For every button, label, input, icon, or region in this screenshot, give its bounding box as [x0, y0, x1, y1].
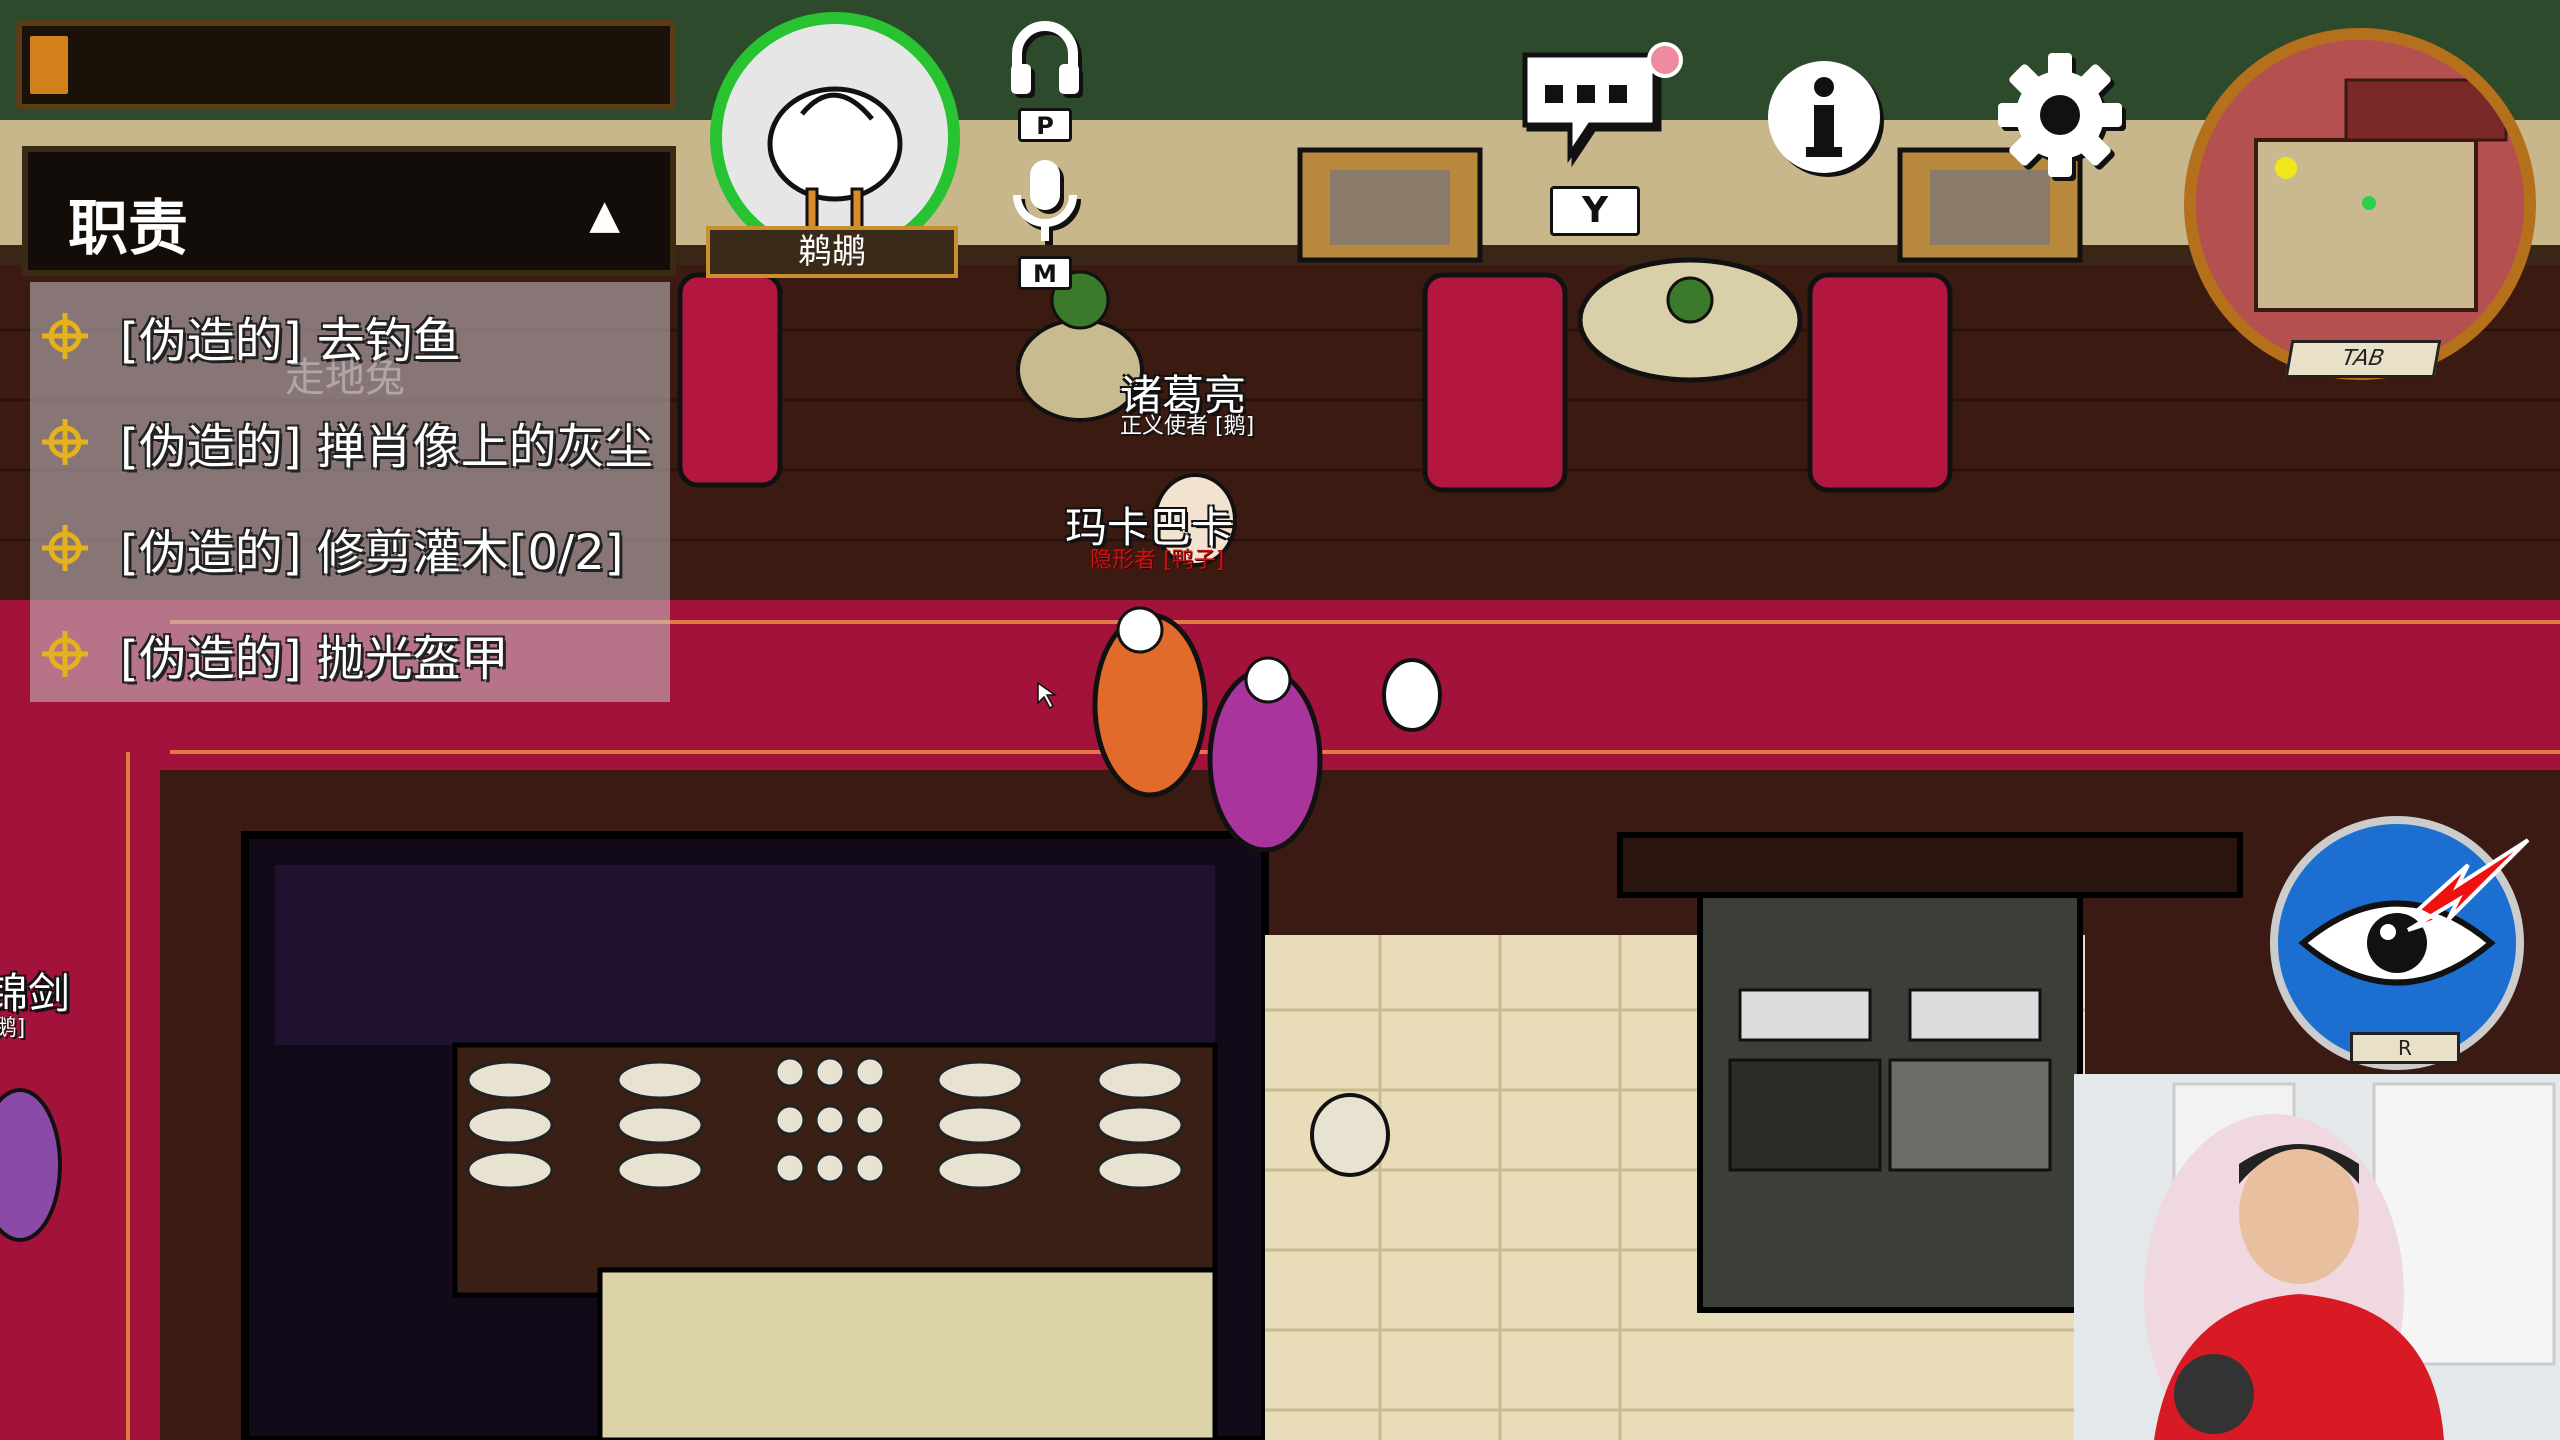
task-item[interactable]: [伪造的] 掸肖像上的灰尘 — [40, 392, 653, 492]
task-label: [伪造的] 掸肖像上的灰尘 — [120, 419, 653, 475]
minimap[interactable] — [2184, 28, 2536, 380]
task-item[interactable]: [伪造的] 抛光盔甲 — [40, 604, 509, 704]
chat-notification-dot — [1647, 42, 1683, 78]
ghost-player-label: 走地兔 — [285, 355, 405, 401]
headphones-key-badge: P — [1018, 108, 1072, 142]
minimap-key-badge: TAB — [2284, 340, 2442, 378]
settings-gear-icon[interactable] — [1995, 50, 2125, 180]
red-arrow-annotation — [2406, 838, 2530, 932]
pelican-avatar-icon — [767, 86, 903, 231]
task-progress-fill — [30, 36, 68, 94]
task-target-icon — [42, 313, 88, 359]
task-label: [伪造的] 抛光盔甲 — [120, 631, 509, 687]
task-target-icon — [42, 525, 88, 571]
minimap-layout — [2196, 40, 2524, 368]
player-role-label: 正义使者 [鹅] — [1120, 414, 1255, 439]
player-name-tag: 鹈鹕 — [706, 226, 958, 278]
headphones-icon[interactable] — [1005, 16, 1085, 96]
task-item[interactable]: [伪造的] 修剪灌木[0/2] — [40, 498, 623, 598]
tasks-panel-title: 职责 — [68, 194, 188, 264]
info-icon[interactable] — [1762, 55, 1887, 180]
player-role-label: [鹅] — [0, 1016, 26, 1041]
task-target-icon — [42, 631, 88, 677]
player-role-label: 隐形者 [鸭子] — [1090, 548, 1225, 573]
ability-key-badge: R — [2350, 1032, 2460, 1064]
collapse-arrow-icon[interactable]: ▲ — [589, 192, 620, 238]
task-target-icon — [42, 419, 88, 465]
player-avatar — [710, 12, 960, 262]
chat-icon[interactable] — [1515, 45, 1665, 175]
webcam-image — [2074, 1074, 2560, 1440]
chat-key-badge: Y — [1550, 186, 1640, 236]
task-progress-bar — [16, 20, 676, 110]
microphone-icon[interactable] — [1005, 155, 1085, 245]
streamer-webcam-overlay — [2074, 1074, 2560, 1440]
microphone-key-badge: M — [1018, 256, 1072, 290]
tasks-panel-header[interactable]: 职责 ▲ — [22, 146, 676, 276]
task-label: [伪造的] 修剪灌木[0/2] — [120, 525, 624, 581]
